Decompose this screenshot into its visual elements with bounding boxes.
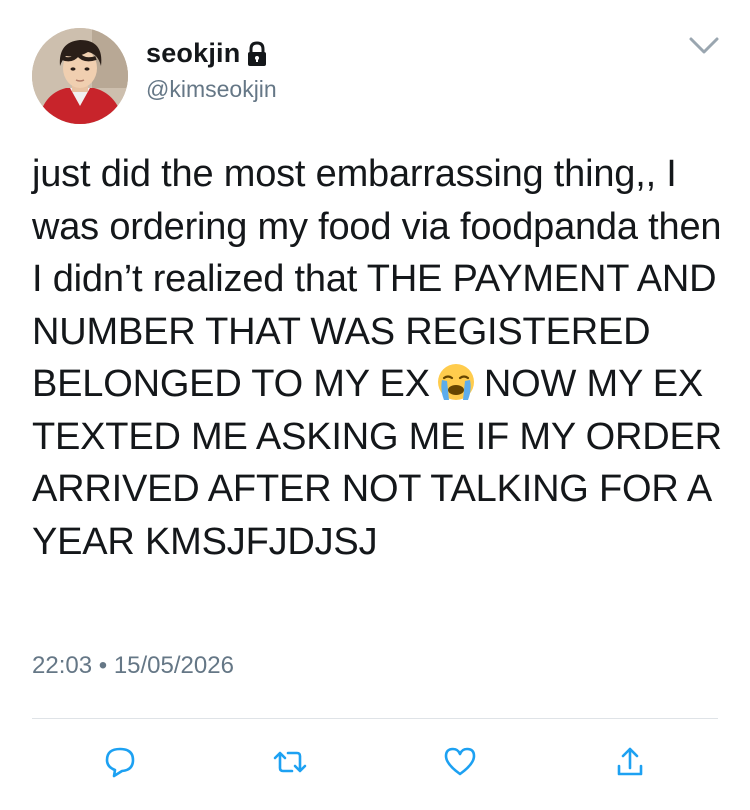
chevron-down-icon[interactable] [686, 34, 722, 58]
reply-button[interactable] [100, 742, 140, 782]
user-handle[interactable]: @kimseokjin [146, 76, 277, 103]
lock-icon [246, 41, 268, 67]
user-info: seokjin @kimseokjin [146, 36, 277, 103]
share-button[interactable] [610, 742, 650, 782]
retweet-button[interactable] [270, 742, 310, 782]
tweet-card: seokjin @kimseokjin just did the most em… [0, 0, 750, 810]
divider [32, 718, 718, 719]
heart-icon [444, 747, 476, 776]
retweet-icon [273, 751, 307, 773]
avatar[interactable] [32, 28, 128, 124]
tweet-timestamp[interactable]: 22:03 • 15/05/2026 [32, 652, 234, 680]
separator-dot: • [98, 652, 108, 679]
loudly-crying-face-emoji [436, 362, 476, 402]
action-bar [0, 742, 750, 786]
display-name[interactable]: seokjin [146, 38, 240, 69]
tweet-text: just did the most embarrassing thing,, I… [32, 148, 722, 568]
share-icon [617, 747, 643, 776]
comment-icon [105, 747, 135, 778]
profile-photo [32, 28, 128, 124]
display-name-row: seokjin [146, 36, 277, 70]
like-button[interactable] [440, 742, 480, 782]
tweet-date: 15/05/2026 [113, 652, 234, 679]
tweet-time: 22:03 [32, 652, 93, 679]
